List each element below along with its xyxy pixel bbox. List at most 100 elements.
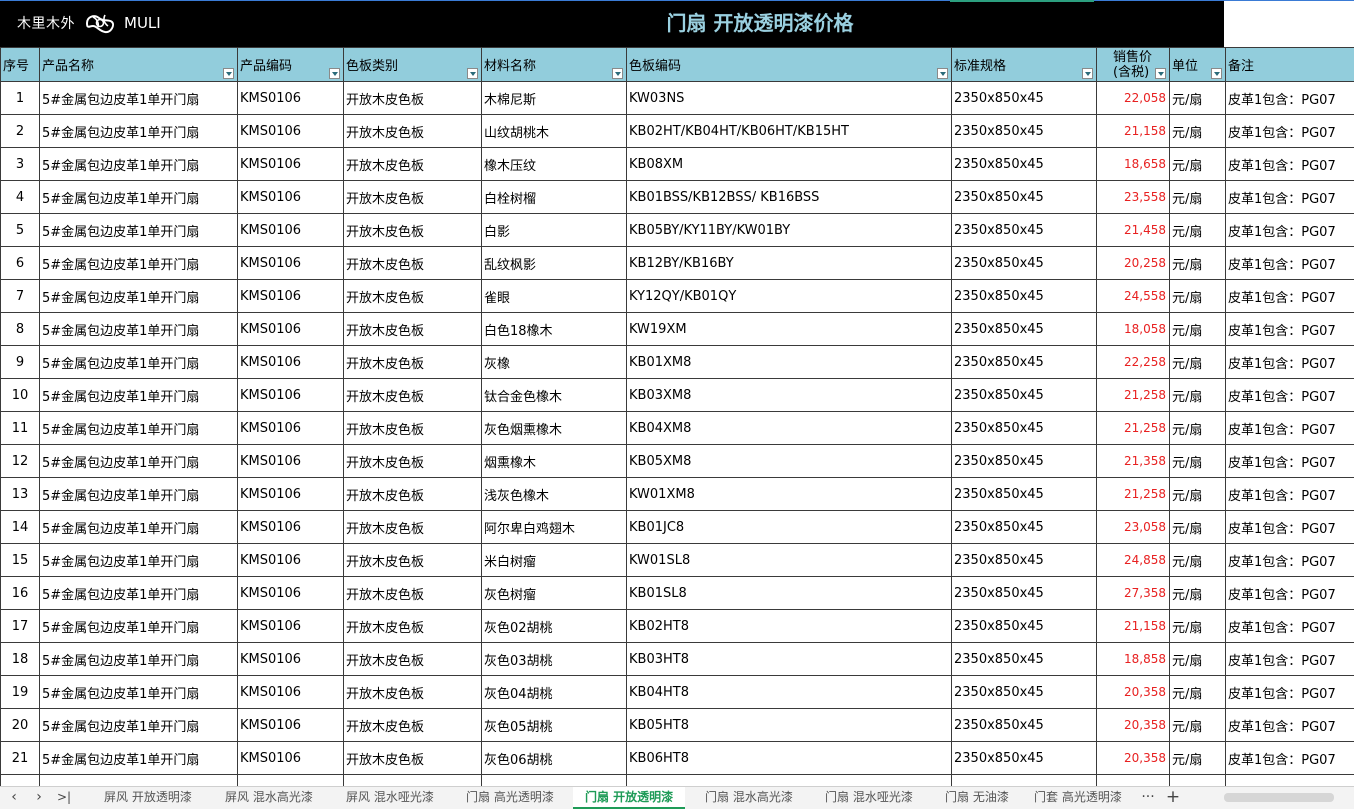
cell-board-code[interactable]: KB03HT8 xyxy=(627,643,952,676)
cell-unit[interactable]: 元/扇 xyxy=(1170,445,1226,478)
cell-spec[interactable]: 2350x850x45 xyxy=(952,610,1097,643)
sheet-tab[interactable]: 屏风 混水高光漆 xyxy=(213,787,325,809)
cell-material[interactable]: 灰色06胡桃 xyxy=(482,742,627,775)
cell-product-name[interactable]: 5#金属包边皮革1单开门扇 xyxy=(40,280,238,313)
cell-note[interactable]: 皮革1包含：PG07 xyxy=(1226,445,1354,478)
cell-spec[interactable]: 2350x850x45 xyxy=(952,247,1097,280)
cell-material[interactable]: 烟熏橡木 xyxy=(482,445,627,478)
cell-seq[interactable] xyxy=(1,775,40,787)
cell-board-code[interactable]: KB06HT8 xyxy=(627,742,952,775)
cell-product-name[interactable]: 5#金属包边皮革1单开门扇 xyxy=(40,148,238,181)
cell-category[interactable]: 开放木皮色板 xyxy=(344,577,482,610)
cell-price[interactable]: 21,158 xyxy=(1097,115,1170,148)
cell-product-code[interactable]: KMS0106 xyxy=(238,676,344,709)
cell-product-code[interactable]: KMS0106 xyxy=(238,82,344,115)
cell-board-code[interactable]: KB04XM8 xyxy=(627,412,952,445)
cell-board-code[interactable]: KW01XM8 xyxy=(627,478,952,511)
cell-product-code[interactable]: KMS0106 xyxy=(238,247,344,280)
cell-product-code[interactable]: KMS0106 xyxy=(238,610,344,643)
cell-material[interactable]: 山纹胡桃木 xyxy=(482,115,627,148)
cell-product-code[interactable] xyxy=(238,775,344,787)
cell-price[interactable]: 24,558 xyxy=(1097,280,1170,313)
filter-dropdown-icon[interactable] xyxy=(937,68,948,79)
cell-seq[interactable]: 8 xyxy=(1,313,40,346)
cell-seq[interactable]: 3 xyxy=(1,148,40,181)
sheet-tab[interactable]: 门扇 混水高光漆 xyxy=(693,787,805,809)
cell-seq[interactable]: 7 xyxy=(1,280,40,313)
cell-seq[interactable]: 15 xyxy=(1,544,40,577)
cell-product-name[interactable]: 5#金属包边皮革1单开门扇 xyxy=(40,379,238,412)
sheet-tab-active[interactable]: 门扇 开放透明漆 xyxy=(573,787,685,809)
cell-unit[interactable]: 元/扇 xyxy=(1170,478,1226,511)
cell-price[interactable]: 20,358 xyxy=(1097,709,1170,742)
cell-unit[interactable]: 元/扇 xyxy=(1170,577,1226,610)
cell-product-code[interactable]: KMS0106 xyxy=(238,412,344,445)
cell-seq[interactable]: 5 xyxy=(1,214,40,247)
cell-seq[interactable]: 6 xyxy=(1,247,40,280)
cell-seq[interactable]: 4 xyxy=(1,181,40,214)
cell-product-name[interactable]: 5#金属包边皮革1单开门扇 xyxy=(40,115,238,148)
cell-price[interactable]: 20,358 xyxy=(1097,742,1170,775)
cell-category[interactable]: 开放木皮色板 xyxy=(344,379,482,412)
cell-category[interactable] xyxy=(344,775,482,787)
cell-note[interactable]: 皮革1包含：PG07 xyxy=(1226,346,1354,379)
cell-product-code[interactable]: KMS0106 xyxy=(238,115,344,148)
cell-product-code[interactable]: KMS0106 xyxy=(238,643,344,676)
cell-board-code[interactable]: KB03XM8 xyxy=(627,379,952,412)
cell-material[interactable]: 白影 xyxy=(482,214,627,247)
cell-material[interactable]: 灰色树瘤 xyxy=(482,577,627,610)
cell-spec[interactable]: 2350x850x45 xyxy=(952,214,1097,247)
filter-dropdown-icon[interactable] xyxy=(1155,68,1166,79)
cell-unit[interactable]: 元/扇 xyxy=(1170,412,1226,445)
sheet-tab[interactable]: 屏风 开放透明漆 xyxy=(92,787,204,809)
cell-spec[interactable] xyxy=(952,775,1097,787)
cell-unit[interactable] xyxy=(1170,775,1226,787)
cell-product-name[interactable]: 5#金属包边皮革1单开门扇 xyxy=(40,577,238,610)
sheet-tab[interactable]: 屏风 混水哑光漆 xyxy=(334,787,446,809)
cell-board-code[interactable]: KB08XM xyxy=(627,148,952,181)
horizontal-scrollbar[interactable] xyxy=(1212,791,1352,804)
cell-product-name[interactable]: 5#金属包边皮革1单开门扇 xyxy=(40,214,238,247)
cell-board-code[interactable]: KB02HT8 xyxy=(627,610,952,643)
cell-material[interactable]: 灰橡 xyxy=(482,346,627,379)
more-sheets-icon[interactable]: ··· xyxy=(1138,787,1158,809)
cell-material[interactable]: 灰色02胡桃 xyxy=(482,610,627,643)
filter-dropdown-icon[interactable] xyxy=(1082,68,1093,79)
cell-product-name[interactable]: 5#金属包边皮革1单开门扇 xyxy=(40,445,238,478)
cell-category[interactable]: 开放木皮色板 xyxy=(344,709,482,742)
cell-note[interactable]: 皮革1包含：PG07 xyxy=(1226,412,1354,445)
cell-product-name[interactable]: 5#金属包边皮革1单开门扇 xyxy=(40,676,238,709)
cell-category[interactable]: 开放木皮色板 xyxy=(344,148,482,181)
cell-product-name[interactable]: 5#金属包边皮革1单开门扇 xyxy=(40,181,238,214)
cell-product-name[interactable]: 5#金属包边皮革1单开门扇 xyxy=(40,610,238,643)
cell-product-name[interactable]: 5#金属包边皮革1单开门扇 xyxy=(40,709,238,742)
cell-board-code[interactable]: KB01JC8 xyxy=(627,511,952,544)
cell-product-code[interactable]: KMS0106 xyxy=(238,379,344,412)
cell-product-code[interactable]: KMS0106 xyxy=(238,709,344,742)
sheet-tab[interactable]: 门扇 混水哑光漆 xyxy=(813,787,925,809)
cell-unit[interactable]: 元/扇 xyxy=(1170,313,1226,346)
cell-product-code[interactable]: KMS0106 xyxy=(238,577,344,610)
cell-material[interactable]: 阿尔卑白鸡翅木 xyxy=(482,511,627,544)
cell-note[interactable]: 皮革1包含：PG07 xyxy=(1226,82,1354,115)
cell-category[interactable]: 开放木皮色板 xyxy=(344,181,482,214)
cell-board-code[interactable]: KB01SL8 xyxy=(627,577,952,610)
cell-product-code[interactable]: KMS0106 xyxy=(238,181,344,214)
cell-note[interactable]: 皮革1包含：PG07 xyxy=(1226,478,1354,511)
cell-unit[interactable]: 元/扇 xyxy=(1170,379,1226,412)
cell-seq[interactable]: 21 xyxy=(1,742,40,775)
cell-note[interactable]: 皮革1包含：PG07 xyxy=(1226,742,1354,775)
cell-material[interactable]: 木棉尼斯 xyxy=(482,82,627,115)
cell-material[interactable]: 灰色05胡桃 xyxy=(482,709,627,742)
cell-note[interactable]: 皮革1包含：PG07 xyxy=(1226,577,1354,610)
cell-seq[interactable]: 18 xyxy=(1,643,40,676)
cell-note[interactable]: 皮革1包含：PG07 xyxy=(1226,115,1354,148)
cell-spec[interactable]: 2350x850x45 xyxy=(952,742,1097,775)
banner-empty-cell[interactable] xyxy=(1224,0,1354,47)
cell-board-code[interactable]: KY12QY/KB01QY xyxy=(627,280,952,313)
cell-note[interactable]: 皮革1包含：PG07 xyxy=(1226,148,1354,181)
cell-seq[interactable]: 20 xyxy=(1,709,40,742)
cell-note[interactable]: 皮革1包含：PG07 xyxy=(1226,181,1354,214)
cell-seq[interactable]: 11 xyxy=(1,412,40,445)
cell-category[interactable]: 开放木皮色板 xyxy=(344,346,482,379)
